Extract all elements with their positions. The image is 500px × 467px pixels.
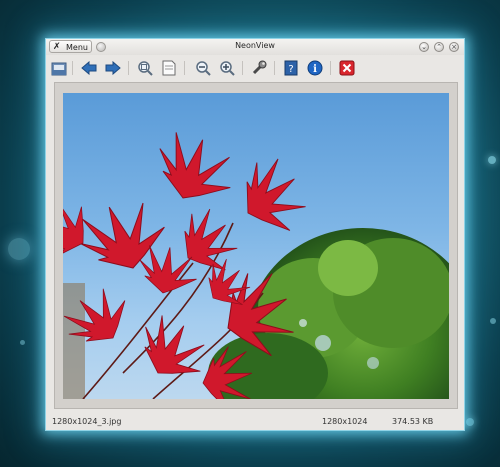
status-bar: 1280x1024_3.jpg 1280x1024 374.53 KB xyxy=(46,415,464,429)
bokeh-light xyxy=(488,156,496,164)
zoom-fit-icon xyxy=(138,61,153,76)
red-maple-leaves-photo xyxy=(63,93,449,399)
bokeh-light xyxy=(8,238,30,260)
zoom-out-icon xyxy=(196,61,211,76)
close-red-icon xyxy=(339,60,355,76)
bokeh-light xyxy=(490,318,496,324)
previous-image-button[interactable] xyxy=(80,59,98,77)
maximize-button[interactable]: ⌃ xyxy=(434,42,444,52)
info-icon: i xyxy=(307,60,323,76)
bokeh-light xyxy=(20,340,25,345)
info-button[interactable]: i xyxy=(306,59,324,77)
svg-text:?: ? xyxy=(288,64,293,75)
toolbar: ? i xyxy=(46,57,464,79)
minimize-button[interactable]: ⌄ xyxy=(419,42,429,52)
window-title: NeonView xyxy=(235,41,275,50)
original-size-button[interactable] xyxy=(160,59,178,77)
next-image-button[interactable] xyxy=(104,59,122,77)
toolbar-separator xyxy=(274,61,275,75)
title-bar[interactable]: ✗ Menu NeonView ⌄ ⌃ × xyxy=(46,39,464,55)
toolbar-separator xyxy=(242,61,243,75)
help-book-icon: ? xyxy=(284,60,298,76)
help-button[interactable]: ? xyxy=(282,59,300,77)
toolbar-separator xyxy=(184,61,185,75)
neonview-window: ✗ Menu NeonView ⌄ ⌃ × ? i 1280x1024_3.jp… xyxy=(45,38,465,431)
close-image-button[interactable] xyxy=(338,59,356,77)
status-dimensions: 1280x1024 xyxy=(322,417,368,426)
back-arrow-icon xyxy=(81,61,97,75)
zoom-fit-button[interactable] xyxy=(136,59,154,77)
bokeh-light xyxy=(466,418,474,426)
forward-arrow-icon xyxy=(105,61,121,75)
status-filesize: 374.53 KB xyxy=(392,417,434,426)
close-window-button[interactable]: × xyxy=(449,42,459,52)
settings-button[interactable] xyxy=(250,59,268,77)
zoom-in-button[interactable] xyxy=(218,59,236,77)
status-filename: 1280x1024_3.jpg xyxy=(52,417,122,426)
open-folder-icon xyxy=(51,62,67,75)
page-icon xyxy=(162,60,176,76)
svg-text:i: i xyxy=(313,64,317,75)
zoom-in-icon xyxy=(220,61,235,76)
zoom-out-button[interactable] xyxy=(194,59,212,77)
toolbar-separator xyxy=(128,61,129,75)
image-viewport[interactable] xyxy=(54,82,458,409)
open-button[interactable] xyxy=(50,59,68,77)
toolbar-separator xyxy=(72,61,73,75)
settings-wrench-icon xyxy=(252,60,267,75)
toolbar-separator xyxy=(330,61,331,75)
